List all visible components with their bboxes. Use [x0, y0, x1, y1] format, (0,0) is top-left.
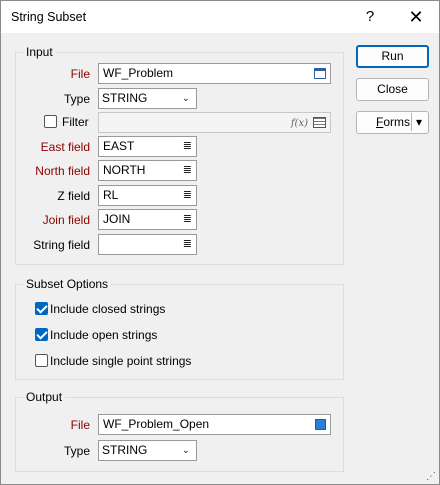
output-file-value: WF_Problem_Open [103, 417, 210, 431]
field-list-icon[interactable]: ≣ [183, 212, 192, 227]
subset-options-title: Subset Options [23, 277, 112, 291]
forms-split-divider [411, 113, 412, 131]
z-field-value: RL [103, 188, 119, 202]
join-field-label: Join field [42, 213, 90, 227]
dialog-title: String Subset [11, 10, 87, 24]
resize-grip-icon[interactable]: ⋰ [426, 471, 436, 482]
table-icon[interactable] [313, 115, 326, 130]
north-field-label: North field [35, 164, 90, 178]
chevron-down-icon: ⌄ [181, 93, 190, 104]
input-type-value: STRING [102, 91, 148, 105]
output-file-field[interactable]: WF_Problem_Open [98, 414, 331, 435]
north-field-value: NORTH [103, 163, 146, 177]
join-field-input[interactable]: JOIN ≣ [98, 209, 197, 230]
include-single-point-label: Include single point strings [50, 354, 192, 368]
string-field-label: String field [33, 238, 90, 252]
forms-dropdown-icon[interactable]: ▾ [416, 112, 422, 133]
file-browse-icon[interactable] [314, 66, 326, 81]
close-window-button[interactable]: ✕ [393, 1, 439, 33]
output-type-label: Type [63, 444, 90, 458]
chevron-down-icon: ⌄ [181, 445, 190, 456]
z-field-label: Z field [57, 189, 90, 203]
east-field-input[interactable]: EAST ≣ [98, 136, 197, 157]
include-open-label: Include open strings [50, 328, 158, 342]
output-type-select[interactable]: STRING ⌄ [98, 440, 197, 461]
include-open-checkbox[interactable] [35, 328, 48, 341]
filter-label: Filter [62, 115, 89, 129]
string-subset-dialog: String Subset ? ✕ Run Close Forms ▾ Inpu… [0, 0, 440, 485]
input-group-title: Input [23, 45, 56, 59]
input-type-label: Type [63, 92, 90, 106]
field-list-icon[interactable]: ≣ [183, 139, 192, 154]
output-file-label: File [70, 418, 90, 432]
run-button[interactable]: Run [356, 45, 429, 68]
close-button[interactable]: Close [356, 78, 429, 101]
include-closed-checkbox[interactable] [35, 302, 48, 315]
filter-checkbox[interactable] [44, 115, 57, 128]
help-button[interactable]: ? [347, 1, 393, 33]
field-list-icon[interactable]: ≣ [183, 188, 192, 203]
input-type-select[interactable]: STRING ⌄ [98, 88, 197, 109]
output-type-value: STRING [102, 443, 148, 457]
output-group-title: Output [23, 390, 66, 404]
string-field-input[interactable]: ≣ [98, 234, 197, 255]
input-file-label: File [70, 67, 90, 81]
join-field-value: JOIN [103, 212, 131, 226]
field-list-icon[interactable]: ≣ [183, 237, 192, 252]
filter-field[interactable]: f(x) [98, 112, 331, 133]
title-bar: String Subset ? ✕ [1, 1, 439, 33]
east-field-label: East field [40, 140, 90, 154]
forms-button[interactable]: Forms ▾ [356, 111, 429, 134]
z-field-input[interactable]: RL ≣ [98, 185, 197, 206]
forms-label-rest: orms [383, 115, 411, 129]
input-file-value: WF_Problem [103, 66, 174, 80]
output-file-browse-icon[interactable] [315, 417, 326, 432]
east-field-value: EAST [103, 139, 135, 153]
expression-icon[interactable]: f(x) [291, 115, 308, 130]
field-list-icon[interactable]: ≣ [183, 163, 192, 178]
input-file-field[interactable]: WF_Problem [98, 63, 331, 84]
include-single-point-checkbox[interactable] [35, 354, 48, 367]
north-field-input[interactable]: NORTH ≣ [98, 160, 197, 181]
include-closed-label: Include closed strings [50, 302, 166, 316]
fx-glyph: f(x) [290, 118, 308, 129]
